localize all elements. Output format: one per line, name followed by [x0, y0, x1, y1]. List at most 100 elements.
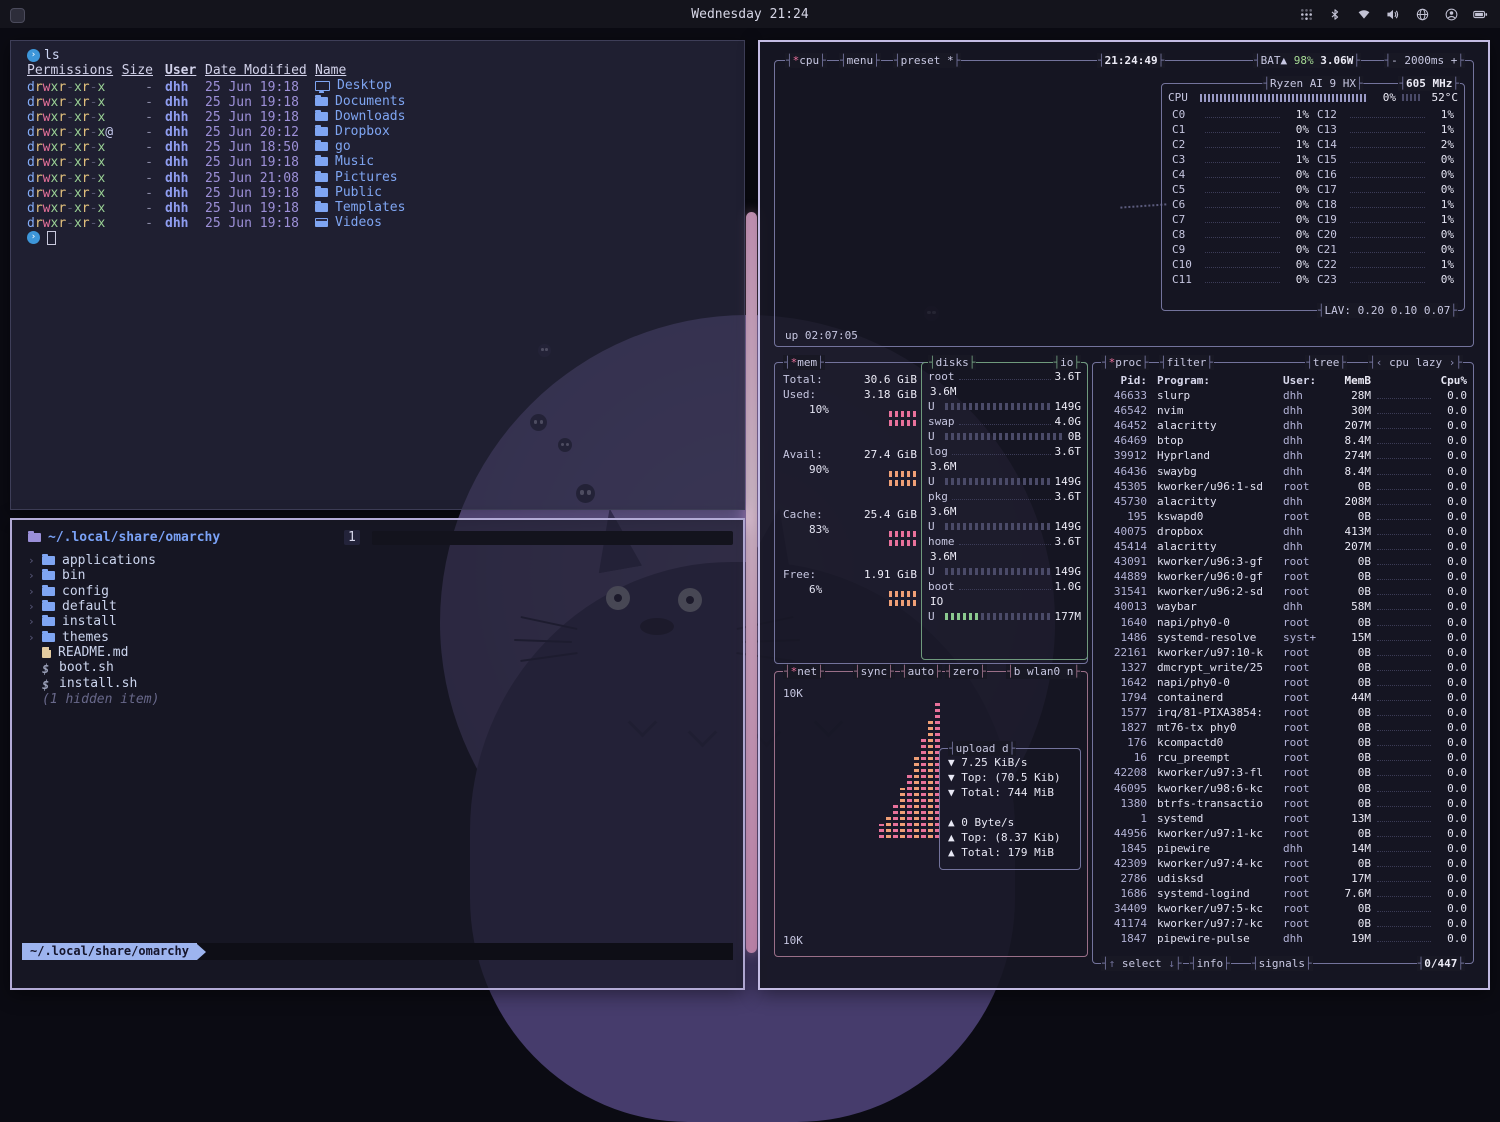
- process-row[interactable]: 31541 kworker/u96:2-sd root 0B 0.0: [1093, 584, 1473, 599]
- process-row[interactable]: 42309 kworker/u97:4-kc root 0B 0.0: [1093, 856, 1473, 871]
- file-list-item[interactable]: config: [28, 584, 333, 599]
- process-pid: 1794: [1097, 690, 1147, 705]
- process-leader: [1377, 466, 1431, 475]
- process-row[interactable]: 1 systemd root 13M 0.0: [1093, 811, 1473, 826]
- process-row[interactable]: 40075 dropbox dhh 413M 0.0: [1093, 524, 1473, 539]
- process-cpu: 0.0: [1437, 690, 1467, 705]
- preset-button[interactable]: preset *: [893, 53, 961, 68]
- sort-selector[interactable]: ‹ cpu lazy ›: [1368, 355, 1463, 370]
- net-panel-title[interactable]: *net: [783, 664, 825, 679]
- process-row[interactable]: 46633 slurp dhh 28M 0.0: [1093, 388, 1473, 403]
- process-row[interactable]: 43091 kworker/u96:3-gf root 0B 0.0: [1093, 554, 1473, 569]
- interval-minus-button[interactable]: -: [1391, 54, 1398, 67]
- menu-button[interactable]: menu: [839, 53, 881, 68]
- process-row[interactable]: 45414 alacritty dhh 207M 0.0: [1093, 539, 1473, 554]
- process-row[interactable]: 1794 containerd root 44M 0.0: [1093, 690, 1473, 705]
- process-row[interactable]: 1327 dmcrypt_write/25 root 0B 0.0: [1093, 660, 1473, 675]
- file-list-item[interactable]: bin: [28, 568, 333, 583]
- info-control[interactable]: info: [1189, 956, 1231, 971]
- process-row[interactable]: 1827 mt76-tx phy0 root 0B 0.0: [1093, 720, 1473, 735]
- proc-panel-title[interactable]: *proc: [1101, 355, 1149, 370]
- file-list-item[interactable]: applications: [28, 553, 333, 568]
- process-row[interactable]: 45730 alacritty dhh 208M 0.0: [1093, 494, 1473, 509]
- tree-toggle-button[interactable]: tree: [1305, 355, 1347, 370]
- process-user: dhh: [1283, 494, 1329, 509]
- process-row[interactable]: 1686 systemd-logind root 7.6M 0.0: [1093, 886, 1473, 901]
- process-leader: [1377, 783, 1431, 792]
- process-row[interactable]: 176 kcompactd0 root 0B 0.0: [1093, 735, 1473, 750]
- process-row[interactable]: 16 rcu_preempt root 0B 0.0: [1093, 750, 1473, 765]
- bluetooth-icon[interactable]: [1327, 6, 1343, 22]
- mem-panel-title[interactable]: *mem: [783, 355, 825, 370]
- process-row[interactable]: 44889 kworker/u96:0-gf root 0B 0.0: [1093, 569, 1473, 584]
- battery-icon[interactable]: [1472, 6, 1488, 22]
- globe-icon[interactable]: [1414, 6, 1430, 22]
- file-type-icon: [42, 647, 51, 658]
- file-list-item[interactable]: README.md: [28, 645, 333, 660]
- core-row: C7 0%: [1172, 212, 1309, 227]
- terminal-prompt: › ls: [27, 48, 744, 63]
- process-row[interactable]: 2786 udisksd root 17M 0.0: [1093, 871, 1473, 886]
- core-row: C10 0%: [1172, 257, 1309, 272]
- process-row[interactable]: 46542 nvim dhh 30M 0.0: [1093, 403, 1473, 418]
- signals-control[interactable]: signals: [1251, 956, 1313, 971]
- process-row[interactable]: 1486 systemd-resolve syst+ 15M 0.0: [1093, 630, 1473, 645]
- process-row[interactable]: 46469 btop dhh 8.4M 0.0: [1093, 433, 1473, 448]
- cpu-total-meter: [1200, 94, 1366, 102]
- disks-panel-title[interactable]: disks: [928, 355, 976, 370]
- header-date-modified: Date Modified: [205, 63, 315, 78]
- process-row[interactable]: 46436 swaybg dhh 8.4M 0.0: [1093, 464, 1473, 479]
- process-pid: 43091: [1097, 554, 1147, 569]
- process-row[interactable]: 22161 kworker/u97:10-k root 0B 0.0: [1093, 645, 1473, 660]
- process-row[interactable]: 39912 Hyprland dhh 274M 0.0: [1093, 448, 1473, 463]
- net-auto-button[interactable]: auto: [900, 664, 942, 679]
- tab-indicator[interactable]: 1: [344, 530, 360, 545]
- process-leader: [1377, 843, 1431, 852]
- cpu-panel-title[interactable]: *cpu: [785, 53, 827, 68]
- file-size: -: [119, 155, 153, 170]
- process-row[interactable]: 46095 kworker/u98:6-kc root 0B 0.0: [1093, 781, 1473, 796]
- select-control[interactable]: select: [1101, 956, 1183, 971]
- file-list-item[interactable]: install: [28, 614, 333, 629]
- process-row[interactable]: 1380 btrfs-transactio root 0B 0.0: [1093, 796, 1473, 811]
- volume-icon[interactable]: [1385, 6, 1401, 22]
- process-leader: [1377, 677, 1431, 686]
- process-user: root: [1283, 856, 1329, 871]
- header-name: Name: [315, 63, 744, 78]
- user-icon[interactable]: [1443, 6, 1459, 22]
- file-owner: dhh: [165, 155, 205, 170]
- file-list-item[interactable]: boot.sh: [28, 660, 333, 675]
- process-row[interactable]: 34409 kworker/u97:5-kc root 0B 0.0: [1093, 901, 1473, 916]
- wifi-icon[interactable]: [1356, 6, 1372, 22]
- process-row[interactable]: 42208 kworker/u97:3-fl root 0B 0.0: [1093, 765, 1473, 780]
- file-list-item[interactable]: themes: [28, 629, 333, 644]
- net-sync-button[interactable]: sync: [853, 664, 895, 679]
- interval-plus-button[interactable]: +: [1451, 54, 1458, 67]
- file-type-icon: [42, 662, 52, 673]
- file-list-item[interactable]: install.sh: [28, 675, 333, 690]
- process-row[interactable]: 40013 waybar dhh 58M 0.0: [1093, 599, 1473, 614]
- process-row[interactable]: 45305 kworker/u96:1-sd root 0B 0.0: [1093, 479, 1473, 494]
- process-row[interactable]: 195 kswapd0 root 0B 0.0: [1093, 509, 1473, 524]
- io-mode-button[interactable]: io: [1053, 355, 1082, 370]
- filter-button[interactable]: filter: [1159, 355, 1214, 370]
- terminal-prompt[interactable]: ›: [27, 230, 744, 245]
- process-row[interactable]: 44956 kworker/u97:1-kc root 0B 0.0: [1093, 826, 1473, 841]
- tailscale-icon[interactable]: [1298, 6, 1314, 22]
- process-row[interactable]: 1845 pipewire dhh 14M 0.0: [1093, 841, 1473, 856]
- process-cpu: 0.0: [1437, 388, 1467, 403]
- process-row[interactable]: 46452 alacritty dhh 207M 0.0: [1093, 418, 1473, 433]
- net-zero-button[interactable]: zero: [945, 664, 987, 679]
- process-leader: [1377, 405, 1431, 414]
- process-name: pipewire: [1147, 841, 1283, 856]
- file-list-item[interactable]: default: [28, 599, 333, 614]
- process-row[interactable]: 1577 irq/81-PIXA3854: root 0B 0.0: [1093, 705, 1473, 720]
- net-interface-switcher[interactable]: b wlan0 n: [1006, 664, 1081, 679]
- process-row[interactable]: 41174 kworker/u97:7-kc root 0B 0.0: [1093, 916, 1473, 931]
- process-row[interactable]: 1847 pipewire-pulse dhh 19M 0.0: [1093, 931, 1473, 946]
- process-leader: [1377, 586, 1431, 595]
- file-owner: dhh: [165, 110, 205, 125]
- expand-chevron-icon: [28, 631, 42, 644]
- process-row[interactable]: 1640 napi/phy0-0 root 0B 0.0: [1093, 615, 1473, 630]
- process-row[interactable]: 1642 napi/phy0-0 root 0B 0.0: [1093, 675, 1473, 690]
